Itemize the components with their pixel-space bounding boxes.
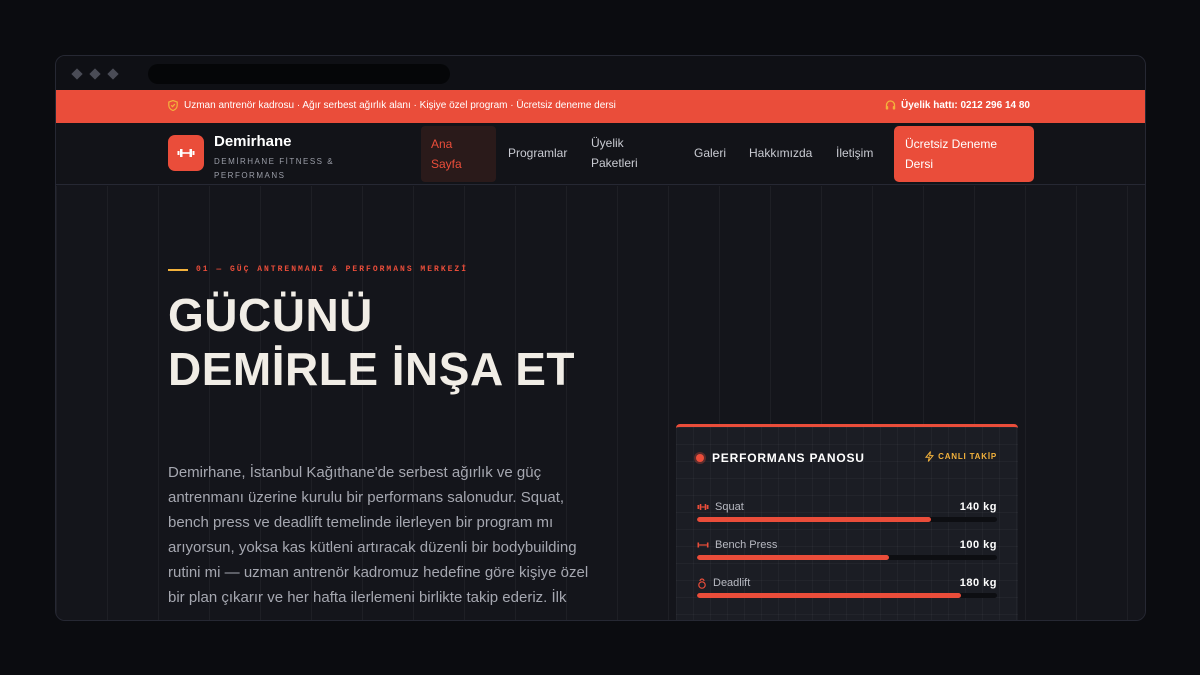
stat-label: Squat — [697, 501, 744, 513]
stat-squat: Squat 140 kg — [697, 501, 997, 522]
main-navbar: Demirhane DEMİRHANE FİTNESS & PERFORMANS… — [56, 123, 1145, 185]
stat-value: 180 kg — [959, 577, 997, 589]
logo[interactable] — [168, 135, 204, 171]
browser-chrome — [56, 56, 1145, 91]
progress-track — [697, 593, 997, 598]
stat-label: Bench Press — [697, 539, 777, 551]
stat-name: Squat — [715, 501, 744, 513]
stat-value: 140 kg — [959, 501, 997, 513]
live-tracking-label: CANLI TAKİP — [938, 452, 997, 461]
dumbbell-icon — [697, 504, 709, 510]
live-dot-icon — [696, 454, 704, 462]
announcement-text: Uzman antrenör kadrosu · Ağır serbest ağ… — [184, 100, 616, 111]
hero-eyebrow: 01 — GÜÇ ANTRENMANI & PERFORMANS MERKEZİ — [168, 265, 468, 274]
dumbbell-icon — [177, 149, 195, 157]
stat-label: Deadlift — [697, 577, 750, 589]
hotline[interactable]: Üyelik hattı: 0212 296 14 80 — [885, 100, 1030, 111]
window-control-dot[interactable] — [107, 68, 119, 80]
hero-section: 01 — GÜÇ ANTRENMANI & PERFORMANS MERKEZİ… — [56, 186, 1145, 620]
announcement-info: Uzman antrenör kadrosu · Ağır serbest ağ… — [168, 100, 616, 111]
nav-item-home[interactable]: Ana Sayfa — [421, 126, 496, 182]
window-control-dot[interactable] — [71, 68, 83, 80]
kettlebell-icon — [698, 577, 706, 589]
browser-window: Uzman antrenör kadrosu · Ağır serbest ağ… — [55, 55, 1146, 621]
nav-item-contact[interactable]: İletişim — [836, 143, 873, 163]
shield-icon — [168, 100, 178, 111]
stat-bench-press: Bench Press 100 kg — [697, 539, 997, 560]
address-bar[interactable] — [148, 64, 450, 84]
stat-name: Deadlift — [713, 577, 751, 589]
progress-fill — [697, 555, 889, 560]
stat-deadlift: Deadlift 180 kg — [697, 577, 997, 598]
progress-fill — [697, 517, 931, 522]
nav-item-membership[interactable]: Üyelik Paketleri — [591, 133, 661, 173]
brand-name[interactable]: Demirhane — [214, 133, 292, 150]
eyebrow-text: 01 — GÜÇ ANTRENMANI & PERFORMANS MERKEZİ — [196, 265, 469, 274]
progress-fill — [697, 593, 961, 598]
eyebrow-line — [168, 268, 188, 271]
hotline-text: Üyelik hattı: 0212 296 14 80 — [901, 100, 1030, 111]
announcement-bar: Uzman antrenör kadrosu · Ağır serbest ağ… — [56, 90, 1145, 123]
stat-name: Bench Press — [715, 539, 778, 551]
barbell-icon — [697, 542, 709, 548]
nav-item-gallery[interactable]: Galeri — [694, 143, 726, 163]
nav-item-programs[interactable]: Programlar — [508, 143, 567, 163]
live-tracking-badge: CANLI TAKİP — [925, 451, 997, 462]
free-trial-button[interactable]: Ücretsiz Deneme Dersi — [894, 126, 1034, 182]
progress-track — [697, 555, 997, 560]
performance-panel: PERFORMANS PANOSU CANLI TAKİP Squat 140 … — [676, 424, 1018, 620]
hero-lead: Demirhane, İstanbul Kağıthane'de serbest… — [168, 464, 589, 606]
progress-track — [697, 517, 997, 522]
panel-title: PERFORMANS PANOSU — [712, 451, 865, 465]
hero-headline: GÜCÜNÜ DEMİRLE İNŞA ET — [168, 289, 576, 395]
window-control-dot[interactable] — [89, 68, 101, 80]
headset-icon — [885, 100, 896, 110]
brand-tagline: DEMİRHANE FİTNESS & PERFORMANS — [214, 157, 335, 180]
panel-header: PERFORMANS PANOSU — [696, 451, 865, 465]
stat-value: 100 kg — [959, 539, 997, 551]
nav-item-about[interactable]: Hakkımızda — [749, 143, 812, 163]
lightning-icon — [925, 451, 935, 462]
